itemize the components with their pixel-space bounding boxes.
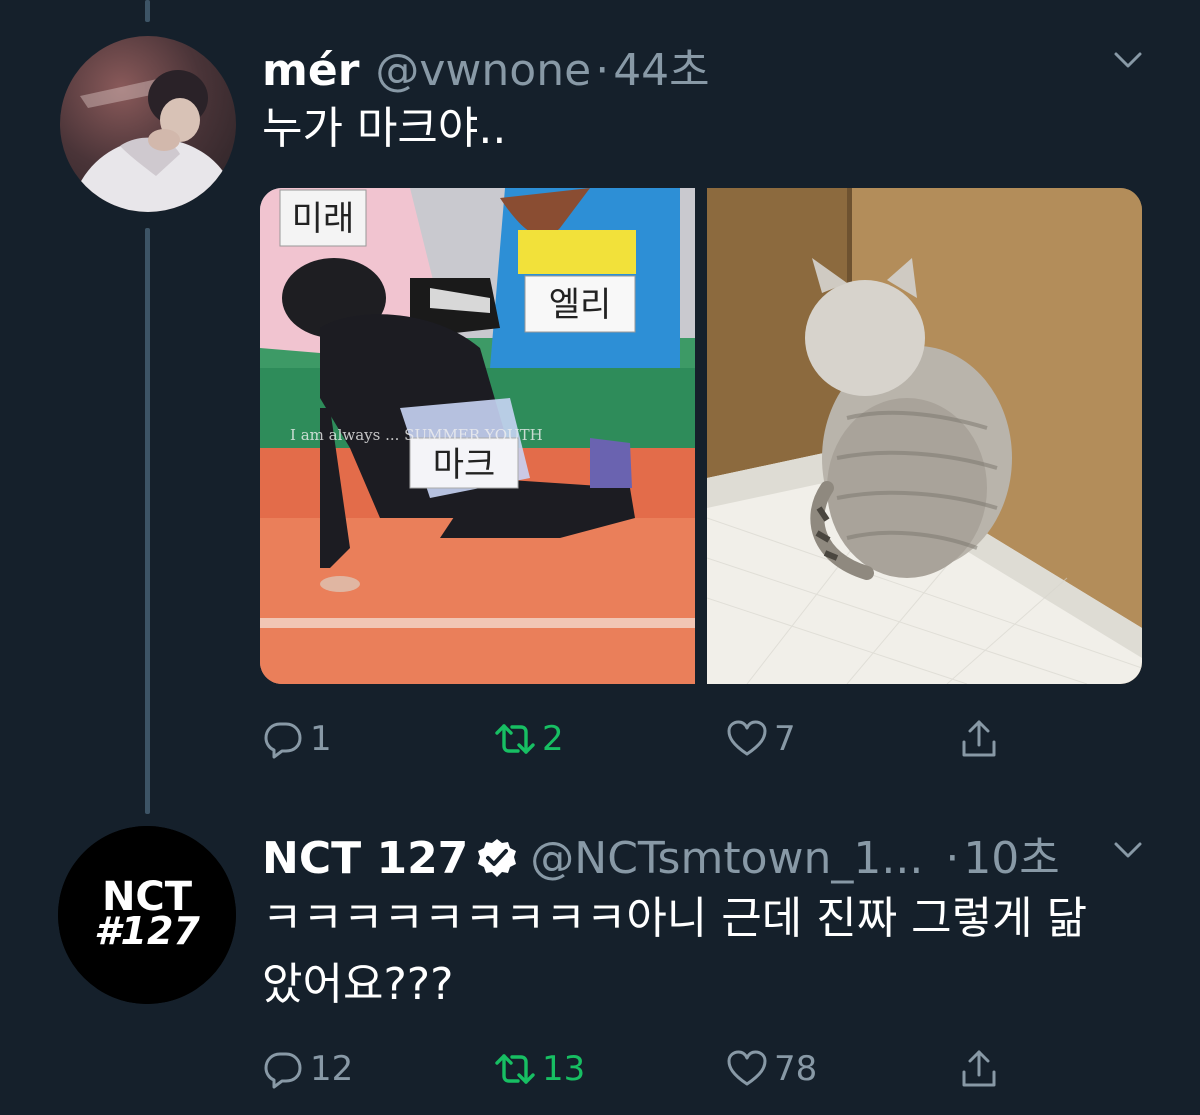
chevron-down-icon[interactable] bbox=[1108, 40, 1148, 80]
reply-icon bbox=[264, 722, 302, 759]
like-button[interactable]: 7 bbox=[726, 714, 796, 764]
reply-button[interactable]: 12 bbox=[262, 1044, 353, 1094]
tweet-text-line-2: 았어요??? bbox=[262, 959, 454, 1010]
tweet-media-grid[interactable]: 미래 엘리 마크 I am always ... SUMMER YOUTH bbox=[260, 188, 1142, 684]
tweet-text-line-1: ㅋㅋㅋㅋㅋㅋㅋㅋㅋ아니 근데 진짜 그렇게 닮 bbox=[262, 893, 1088, 944]
share-icon bbox=[962, 720, 996, 757]
like-count: 78 bbox=[774, 1049, 818, 1089]
reply-button[interactable]: 1 bbox=[262, 714, 332, 764]
verified-badge-icon bbox=[476, 837, 518, 879]
share-button[interactable] bbox=[958, 714, 1000, 764]
separator-dot: · bbox=[595, 45, 610, 96]
badge-elly: 엘리 bbox=[549, 285, 612, 325]
retweet-count: 13 bbox=[542, 1049, 586, 1089]
timestamp[interactable]: 10초 bbox=[963, 822, 1059, 886]
display-name[interactable]: mér bbox=[262, 45, 359, 96]
reply-icon bbox=[264, 1052, 302, 1089]
tweet-2-header: NCT 127 @NCTsmtown_1... · 10초 bbox=[262, 822, 1060, 886]
tweet-2-actions: 12 13 78 bbox=[262, 1044, 1022, 1094]
tweet-1-actions: 1 2 7 bbox=[262, 714, 1022, 764]
timestamp[interactable]: 44초 bbox=[613, 34, 709, 98]
thread-line-top bbox=[145, 0, 150, 22]
like-icon bbox=[727, 1050, 767, 1086]
like-count: 7 bbox=[774, 719, 796, 759]
separator-dot: · bbox=[945, 833, 960, 884]
tweet-text: ㅋㅋㅋㅋㅋㅋㅋㅋㅋ아니 근데 진짜 그렇게 닮 았어요??? bbox=[262, 886, 1162, 1018]
retweet-button[interactable]: 2 bbox=[494, 714, 564, 764]
thread-line-between bbox=[145, 228, 150, 814]
badge-mirae: 미래 bbox=[292, 199, 355, 239]
retweet-icon bbox=[495, 1054, 535, 1084]
handle[interactable]: @NCTsmtown_1... bbox=[530, 833, 923, 884]
avatar-nct127[interactable]: NCT #127 bbox=[58, 826, 236, 1004]
avatar-vwnone[interactable] bbox=[60, 36, 236, 212]
nct-logo-line2: #127 bbox=[94, 909, 200, 953]
retweet-count: 2 bbox=[542, 719, 564, 759]
media-photo-left[interactable]: 미래 엘리 마크 I am always ... SUMMER YOUTH bbox=[260, 188, 695, 684]
like-button[interactable]: 78 bbox=[726, 1044, 817, 1094]
tweet-text: 누가 마크야.. bbox=[262, 103, 507, 154]
photo-overlay-text: I am always ... SUMMER YOUTH bbox=[290, 426, 543, 444]
retweet-button[interactable]: 13 bbox=[494, 1044, 585, 1094]
retweet-icon bbox=[495, 724, 535, 754]
reply-count: 1 bbox=[310, 719, 332, 759]
share-button[interactable] bbox=[958, 1044, 1000, 1094]
media-photo-right[interactable] bbox=[707, 188, 1142, 684]
tweet-1-header: mér @vwnone · 44초 bbox=[262, 34, 710, 98]
display-name[interactable]: NCT 127 bbox=[262, 833, 468, 884]
handle[interactable]: @vwnone bbox=[375, 45, 591, 96]
share-icon bbox=[962, 1050, 996, 1087]
badge-mark: 마크 bbox=[433, 445, 496, 485]
chevron-down-icon[interactable] bbox=[1108, 830, 1148, 870]
reply-count: 12 bbox=[310, 1049, 354, 1089]
like-icon bbox=[727, 720, 767, 756]
